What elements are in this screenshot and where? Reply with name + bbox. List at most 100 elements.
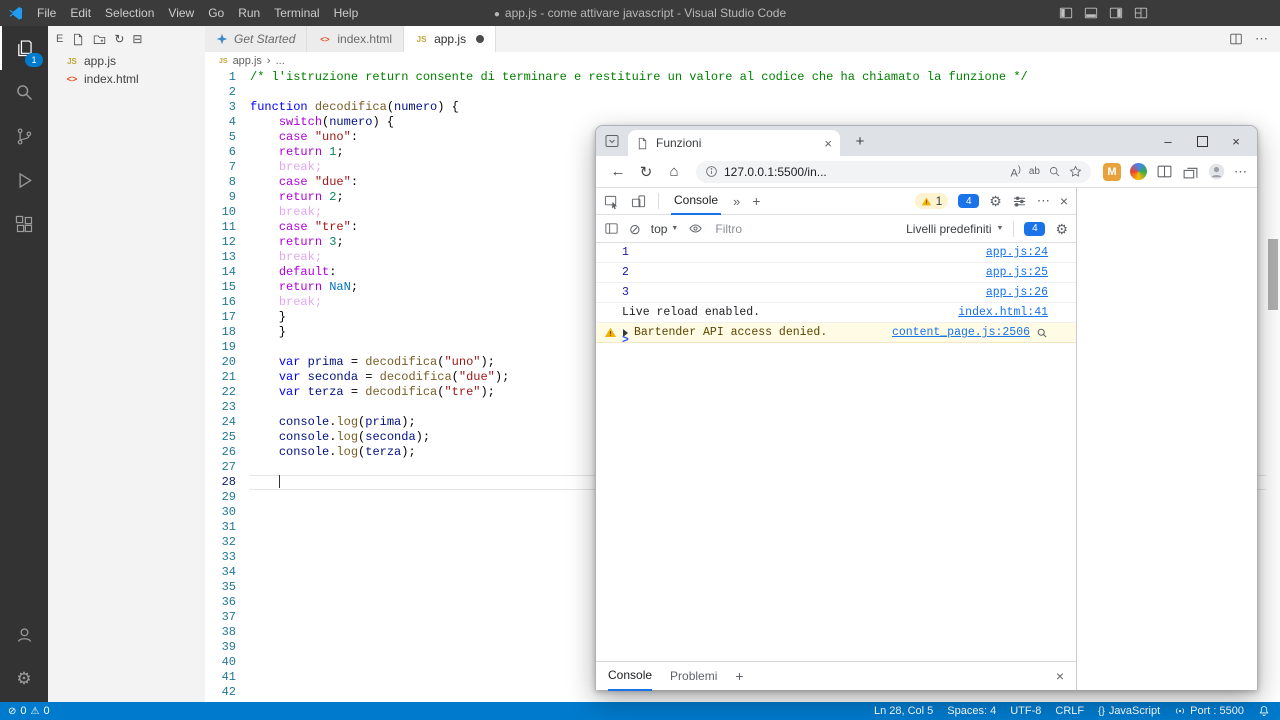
menu-terminal[interactable]: Terminal [267, 0, 326, 26]
editor-more-actions-icon[interactable]: ⋯ [1255, 31, 1268, 47]
translate-icon[interactable]: ab [1029, 166, 1040, 177]
drawer-add-icon[interactable]: + [735, 668, 743, 684]
status-problems[interactable]: ⊘ 0 ⚠ 0 [8, 705, 50, 717]
collections-icon[interactable] [1182, 163, 1199, 180]
context-selector[interactable]: top ▼ [651, 222, 679, 236]
run-debug-icon[interactable] [0, 158, 48, 202]
read-aloud-icon[interactable]: A) [1010, 164, 1020, 180]
tab-app-js[interactable]: JS app.js [404, 26, 496, 52]
refresh-icon[interactable]: ↻ [634, 160, 658, 184]
breadcrumb-file[interactable]: app.js [233, 55, 262, 67]
drawer-tab-problems[interactable]: Problemi [670, 662, 717, 691]
status-encoding[interactable]: UTF-8 [1010, 705, 1041, 717]
source-control-icon[interactable] [0, 114, 48, 158]
console-row[interactable]: 2app.js:25 [596, 263, 1076, 283]
menu-selection[interactable]: Selection [98, 0, 161, 26]
device-toolbar-icon[interactable] [631, 194, 646, 209]
devtools-settings-gear-icon[interactable]: ⚙ [989, 194, 1002, 208]
devtools-menu-icon[interactable]: ⋯ [1037, 193, 1050, 209]
source-location-link[interactable]: app.js:26 [986, 286, 1048, 299]
new-file-icon[interactable] [72, 33, 85, 46]
window-minimize-button[interactable]: – [1151, 126, 1185, 156]
console-row[interactable]: 3app.js:26 [596, 283, 1076, 303]
new-tab-button[interactable]: + [850, 131, 870, 151]
drawer-close-icon[interactable]: × [1056, 668, 1064, 684]
zoom-icon[interactable] [1048, 165, 1061, 178]
tab-close-icon[interactable]: × [824, 136, 832, 151]
explorer-icon[interactable]: 1 [0, 26, 48, 70]
refresh-explorer-icon[interactable]: ↻ [114, 33, 124, 45]
back-icon[interactable]: ← [606, 160, 630, 184]
source-location-link[interactable]: app.js:25 [986, 266, 1048, 279]
status-live-server[interactable]: Port : 5500 [1174, 705, 1244, 717]
address-text[interactable]: 127.0.0.1:5500/in... [724, 165, 827, 179]
extensions-icon[interactable] [0, 202, 48, 246]
extension-colorful-icon[interactable] [1130, 163, 1147, 180]
new-folder-icon[interactable] [93, 33, 106, 46]
clear-console-icon[interactable]: ⊘ [629, 222, 641, 236]
status-language[interactable]: {} JavaScript [1098, 705, 1160, 717]
code-line[interactable] [250, 85, 1266, 100]
file-item-indexhtml[interactable]: <> index.html [48, 70, 205, 88]
status-eol[interactable]: CRLF [1055, 705, 1084, 717]
customize-layout-icon[interactable] [1134, 6, 1148, 20]
address-bar[interactable]: 127.0.0.1:5500/in... A) ab [696, 161, 1091, 183]
status-indentation[interactable]: Spaces: 4 [947, 705, 996, 717]
status-cursor-position[interactable]: Ln 28, Col 5 [874, 705, 933, 717]
extension-m-icon[interactable]: M [1103, 163, 1121, 181]
accounts-icon[interactable] [0, 612, 48, 656]
browser-menu-icon[interactable]: ⋯ [1234, 164, 1247, 180]
menu-help[interactable]: Help [327, 0, 366, 26]
window-close-button[interactable]: × [1219, 126, 1253, 156]
settings-gear-icon[interactable]: ⚙ [0, 656, 48, 700]
menu-go[interactable]: Go [201, 0, 231, 26]
notifications-bell-icon[interactable] [1258, 705, 1270, 717]
levels-message-counter[interactable]: 4 [1024, 222, 1045, 236]
menu-file[interactable]: File [30, 0, 63, 26]
search-icon[interactable] [0, 70, 48, 114]
drawer-tab-console[interactable]: Console [608, 662, 652, 691]
issues-counter[interactable]: 1 [915, 193, 949, 209]
unsaved-dot-icon[interactable] [476, 35, 484, 43]
split-screen-icon[interactable] [1156, 163, 1173, 180]
menu-run[interactable]: Run [231, 0, 267, 26]
code-line[interactable]: /* l'istruzione return consente di termi… [250, 70, 1266, 85]
tab-actions-icon[interactable] [604, 133, 620, 149]
live-expression-eye-icon[interactable] [688, 221, 703, 236]
devtools-close-icon[interactable]: × [1060, 193, 1068, 209]
console-messages-counter[interactable]: 4 [958, 194, 979, 208]
source-location-link[interactable]: app.js:24 [986, 246, 1048, 259]
browser-tab[interactable]: Funzioni × [628, 130, 840, 156]
console-row[interactable]: Live reload enabled.index.html:41 [596, 303, 1076, 323]
console-row[interactable]: 1app.js:24 [596, 243, 1076, 263]
console-filter-input[interactable] [713, 221, 896, 237]
customize-sliders-icon[interactable] [1012, 194, 1027, 209]
breadcrumb[interactable]: JS app.js › ... [205, 52, 1280, 70]
tab-index-html[interactable]: <> index.html [307, 26, 404, 52]
site-info-icon[interactable] [705, 165, 718, 178]
menu-edit[interactable]: Edit [63, 0, 98, 26]
toggle-sidebar-icon[interactable] [1059, 6, 1073, 20]
more-tabs-icon[interactable]: » [733, 194, 740, 209]
toggle-secondary-sidebar-icon[interactable] [1109, 6, 1123, 20]
console-sidebar-icon[interactable] [604, 221, 619, 236]
home-icon[interactable]: ⌂ [662, 160, 686, 184]
devtools-tab-console[interactable]: Console [671, 188, 721, 215]
collapse-all-icon[interactable]: ⊟ [132, 33, 142, 45]
page-viewport[interactable] [1077, 188, 1257, 690]
profile-avatar[interactable] [1208, 163, 1225, 180]
editor-scrollbar[interactable] [1268, 239, 1278, 310]
window-maximize-button[interactable] [1185, 126, 1219, 156]
breadcrumb-more[interactable]: ... [276, 55, 285, 67]
favorite-star-icon[interactable] [1069, 165, 1082, 178]
add-tool-icon[interactable]: + [752, 193, 760, 209]
split-editor-icon[interactable] [1229, 32, 1243, 46]
log-levels-selector[interactable]: Livelli predefiniti ▼ [906, 222, 1003, 236]
menu-view[interactable]: View [161, 0, 201, 26]
source-location-link[interactable]: index.html:41 [958, 306, 1048, 319]
file-item-appjs[interactable]: JS app.js [48, 52, 205, 70]
code-line[interactable]: function decodifica(numero) { [250, 100, 1266, 115]
console-settings-gear-icon[interactable]: ⚙ [1055, 222, 1068, 236]
tab-get-started[interactable]: Get Started [205, 26, 307, 52]
inspect-element-icon[interactable] [604, 194, 619, 209]
